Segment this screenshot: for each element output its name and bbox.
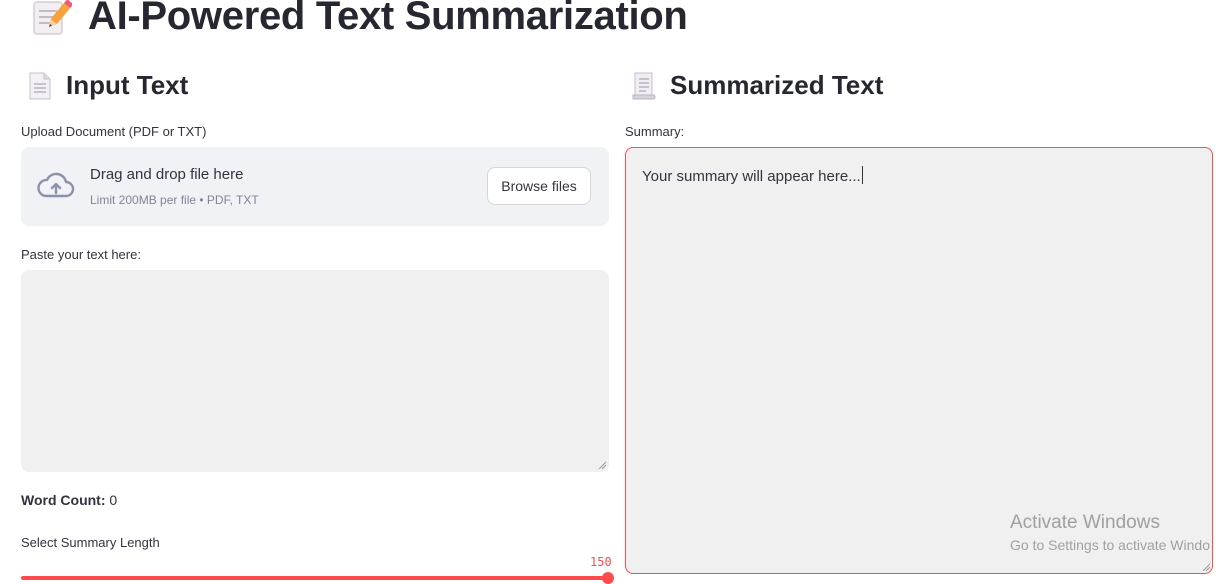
- summary-length-label: Select Summary Length: [21, 535, 160, 550]
- page-header: AI-Powered Text Summarization: [30, 0, 688, 39]
- browse-files-button[interactable]: Browse files: [487, 167, 591, 205]
- summary-text-area[interactable]: Your summary will appear here...: [625, 147, 1213, 574]
- summary-content: Your summary will appear here...: [642, 166, 863, 185]
- summary-length-value: 150: [590, 555, 612, 569]
- dropzone-limit-text: Limit 200MB per file • PDF, TXT: [90, 193, 259, 207]
- memo-pencil-icon: [33, 0, 72, 35]
- resize-grip-icon[interactable]: [1202, 563, 1210, 571]
- input-section-header: Input Text: [28, 70, 188, 101]
- word-count-value: 0: [109, 492, 118, 508]
- activation-watermark-title: Activate Windows: [1010, 512, 1160, 533]
- resize-grip-icon[interactable]: [598, 461, 606, 469]
- text-caret: [861, 166, 863, 184]
- output-section-header: Summarized Text: [632, 70, 883, 101]
- activation-watermark-subtitle: Go to Settings to activate Windo: [1010, 537, 1210, 553]
- word-count-label: Word Count:: [21, 492, 106, 508]
- summary-length-slider-track[interactable]: [21, 576, 609, 580]
- page-icon: [29, 72, 51, 99]
- word-count: Word Count: 0: [21, 492, 117, 508]
- page-title: AI-Powered Text Summarization: [88, 0, 688, 38]
- file-dropzone[interactable]: Drag and drop file here Limit 200MB per …: [21, 147, 609, 226]
- scroll-icon: [632, 72, 656, 99]
- paste-text-area[interactable]: [21, 270, 609, 472]
- output-section-title: Summarized Text: [670, 70, 884, 100]
- cloud-upload-icon: [37, 172, 75, 198]
- dropzone-instructions: Drag and drop file here: [90, 166, 244, 183]
- upload-label: Upload Document (PDF or TXT): [21, 124, 207, 139]
- summary-length-slider-thumb[interactable]: [602, 572, 614, 584]
- input-section-title: Input Text: [66, 70, 189, 100]
- paste-text-label: Paste your text here:: [21, 247, 141, 262]
- summary-label: Summary:: [625, 124, 685, 139]
- summary-value: Your summary will appear here...: [642, 168, 861, 185]
